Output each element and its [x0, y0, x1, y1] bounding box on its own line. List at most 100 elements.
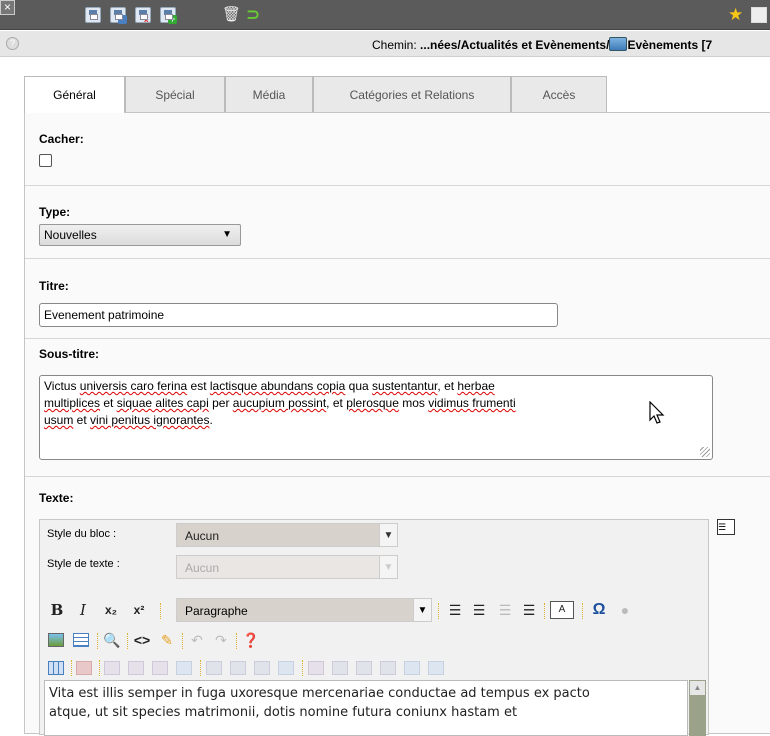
toolbar-separator — [582, 603, 585, 619]
type-label: Type: — [39, 205, 71, 219]
subscript-button[interactable]: x₂ — [102, 601, 120, 619]
subtitle-line-1: Victus universis caro ferina est lactisq… — [44, 379, 495, 393]
special-char-icon[interactable]: Ω — [590, 601, 608, 619]
scroll-up-icon[interactable]: ▲ — [690, 681, 705, 695]
tab-general[interactable]: Général — [24, 76, 125, 113]
find-icon[interactable]: 🔍 — [103, 631, 121, 649]
help-icon[interactable]: ❓ — [242, 631, 260, 649]
title-label: Titre: — [39, 279, 69, 293]
toolbar-separator — [438, 603, 441, 619]
text-style-value: Aucun — [185, 561, 220, 575]
clean-format-icon[interactable]: ✎ — [158, 631, 176, 649]
paragraph-format-select[interactable]: Paragraphe ▼ — [176, 598, 432, 622]
path-bar: ? Chemin: ...nées/Actualités et Evènemen… — [0, 31, 770, 57]
toolbar-separator — [99, 660, 102, 676]
resize-grip-icon[interactable] — [700, 447, 710, 457]
text-label: Texte: — [39, 491, 74, 505]
bold-button[interactable]: B — [50, 601, 64, 619]
save-close-icon[interactable]: x — [135, 7, 151, 24]
redo-icon[interactable]: ↷ — [212, 631, 230, 649]
text-color-icon[interactable]: A — [550, 601, 574, 619]
chevron-down-icon: ▼ — [413, 599, 431, 621]
path-label: Chemin: — [372, 38, 417, 52]
insert-image-icon[interactable] — [48, 633, 64, 647]
save-new-icon[interactable]: + — [160, 7, 177, 24]
row-split-icon[interactable] — [176, 661, 192, 675]
toolbar-separator — [160, 603, 163, 619]
table-properties-icon[interactable] — [48, 661, 64, 675]
block-style-select[interactable]: Aucun ▼ — [176, 523, 398, 547]
italic-button[interactable]: I — [76, 601, 90, 619]
delete-column-icon[interactable] — [254, 661, 270, 675]
toolbar-separator — [302, 660, 305, 676]
hide-checkbox[interactable] — [39, 154, 52, 167]
indent-icon[interactable]: ☰ — [520, 601, 538, 619]
trash-icon[interactable]: 🗑 — [222, 7, 241, 23]
close-icon[interactable]: × — [0, 0, 15, 15]
breadcrumb: Chemin: ...nées/Actualités et Evènements… — [372, 37, 712, 52]
merge-cells-icon[interactable] — [428, 661, 444, 675]
subtitle-textarea[interactable]: Victus universis caro ferina est lactisq… — [39, 375, 713, 460]
insert-column-after-icon[interactable] — [230, 661, 246, 675]
bookmark-star-icon[interactable]: ★ — [728, 6, 744, 23]
general-panel: Cacher: Type: Nouvelles ▼ Titre: Eveneme… — [24, 112, 770, 736]
insert-table-icon[interactable] — [73, 633, 89, 647]
toolbar-separator — [97, 633, 100, 649]
path-current: Evènements [7 — [627, 38, 713, 52]
insert-row-before-icon[interactable] — [104, 661, 120, 675]
insert-cell-after-icon[interactable] — [356, 661, 372, 675]
save-view-icon[interactable]: · — [110, 7, 127, 24]
tab-access[interactable]: Accès — [511, 76, 607, 112]
path-value: ...nées/Actualités et Evènements/ — [420, 38, 610, 52]
editor-scrollbar[interactable]: ▲ — [689, 680, 706, 736]
help-icon[interactable]: ? — [6, 37, 19, 50]
block-style-label: Style du bloc : — [47, 528, 117, 540]
row-properties-icon[interactable] — [76, 661, 92, 675]
source-code-icon[interactable]: <> — [133, 631, 151, 649]
editor-content-line-1: Vita est illis semper in fuga uxoresque … — [49, 686, 590, 701]
insert-row-after-icon[interactable] — [128, 661, 144, 675]
editor-content-line-2: atque, ut sit species matrimonii, dotis … — [49, 705, 518, 720]
text-style-select[interactable]: Aucun ▼ — [176, 555, 398, 579]
cell-properties-icon[interactable] — [308, 661, 324, 675]
insert-cell-before-icon[interactable] — [332, 661, 348, 675]
editor-mode-icon[interactable]: ☰ — [717, 519, 735, 535]
hide-label: Cacher: — [39, 132, 84, 146]
hide-section: Cacher: — [25, 113, 770, 186]
toolbar-separator — [200, 660, 203, 676]
superscript-button[interactable]: x² — [130, 601, 148, 619]
insert-column-before-icon[interactable] — [206, 661, 222, 675]
subtitle-line-2: multiplices et siquae alites capi per au… — [44, 396, 516, 410]
chevron-down-icon: ▼ — [379, 524, 397, 546]
tab-media[interactable]: Média — [225, 76, 313, 112]
title-input[interactable]: Evenement patrimoine — [39, 303, 558, 327]
save-icon[interactable] — [85, 7, 101, 23]
rich-text-editor: Style du bloc : Aucun ▼ Style de texte :… — [39, 519, 709, 736]
subtitle-label: Sous-titre: — [39, 347, 99, 361]
top-toolbar: × · x + 🗑 ⊃ ★ — [0, 0, 770, 30]
spellcheck-icon[interactable]: ● — [616, 601, 634, 619]
delete-row-icon[interactable] — [152, 661, 168, 675]
editor-content-area[interactable]: Vita est illis semper in fuga uxoresque … — [44, 680, 688, 736]
title-section: Titre: — [25, 259, 770, 339]
type-select[interactable]: Nouvelles ▼ — [39, 224, 241, 246]
type-section: Type: — [25, 186, 770, 259]
outdent-icon[interactable]: ☰ — [496, 601, 514, 619]
tab-categories-relations[interactable]: Catégories et Relations — [313, 76, 511, 112]
unordered-list-icon[interactable]: ☰ — [470, 601, 488, 619]
undo-icon[interactable]: ↶ — [188, 631, 206, 649]
column-properties-icon[interactable] — [278, 661, 294, 675]
fullscreen-icon[interactable] — [751, 7, 767, 23]
toolbar-separator — [127, 633, 130, 649]
ordered-list-icon[interactable]: ☰ — [446, 601, 464, 619]
subtitle-line-3: usum et vini penitus ignorantes. — [44, 413, 213, 427]
delete-cell-icon[interactable] — [380, 661, 396, 675]
undo-icon[interactable]: ⊃ — [246, 6, 262, 23]
split-cell-icon[interactable] — [404, 661, 420, 675]
mouse-cursor-icon — [649, 401, 665, 424]
chevron-down-icon: ▼ — [379, 556, 397, 578]
toolbar-separator — [236, 633, 239, 649]
type-select-value: Nouvelles — [44, 228, 97, 242]
toolbar-separator — [544, 603, 547, 619]
tab-special[interactable]: Spécial — [125, 76, 225, 112]
